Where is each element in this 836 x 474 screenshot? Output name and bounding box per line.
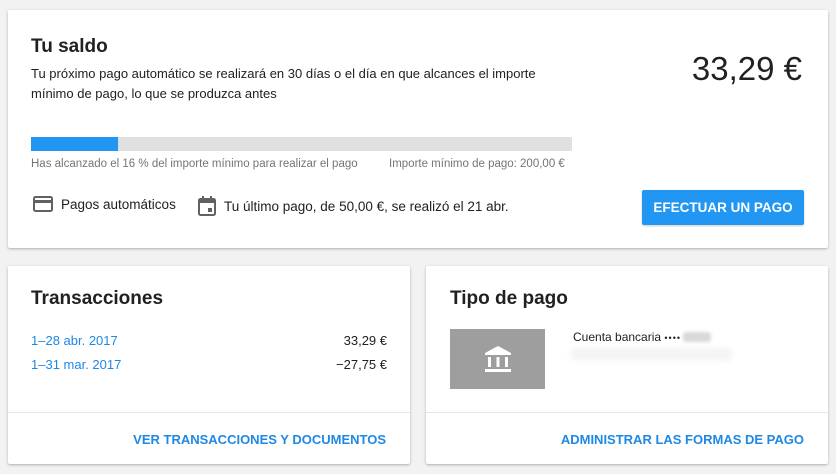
balance-amount: 33,29 € bbox=[691, 50, 802, 87]
redacted-detail bbox=[571, 348, 731, 360]
last-payment-label: Tu último pago, de 50,00 €, se realizó e… bbox=[224, 198, 509, 214]
card-divider bbox=[8, 412, 410, 413]
transaction-period-link[interactable]: 1–31 mar. 2017 bbox=[31, 357, 121, 372]
calendar-icon bbox=[198, 196, 216, 216]
autopay-info: Pagos automáticos bbox=[33, 196, 176, 212]
balance-description: Tu próximo pago automático se realizará … bbox=[31, 66, 536, 101]
view-transactions-link[interactable]: VER TRANSACCIONES Y DOCUMENTOS bbox=[133, 432, 386, 447]
card-divider bbox=[426, 412, 828, 413]
payment-type-title: Tipo de pago bbox=[450, 288, 568, 309]
transaction-amount: 33,29 € bbox=[343, 333, 387, 348]
transactions-card: Transacciones 1–28 abr. 2017 33,29 € 1–3… bbox=[8, 266, 410, 464]
credit-card-icon bbox=[33, 196, 53, 212]
balance-card: Tu saldo Tu próximo pago automático se r… bbox=[8, 10, 828, 248]
transactions-title: Transacciones bbox=[31, 288, 164, 309]
progress-bar-fill bbox=[31, 137, 118, 151]
redacted-digits bbox=[683, 332, 712, 342]
balance-title: Tu saldo bbox=[31, 36, 108, 57]
progress-caption: Has alcanzado el 16 % del importe mínimo… bbox=[31, 158, 358, 170]
minimum-payment-caption: Importe mínimo de pago: 200,00 € bbox=[389, 158, 565, 170]
bank-tile bbox=[450, 329, 545, 389]
bank-icon bbox=[484, 346, 511, 372]
bank-account-type: Cuenta bancaria bbox=[573, 330, 662, 344]
autopay-label: Pagos automáticos bbox=[61, 196, 176, 212]
transaction-amount: −27,75 € bbox=[336, 357, 387, 372]
last-payment-info: Tu último pago, de 50,00 €, se realizó e… bbox=[198, 196, 509, 216]
bank-account-mask: •••• bbox=[664, 333, 682, 343]
manage-payment-methods-link[interactable]: ADMINISTRAR LAS FORMAS DE PAGO bbox=[561, 432, 804, 447]
payment-type-card: Tipo de pago Cuenta bancaria •••• ADMINI… bbox=[426, 266, 828, 464]
bank-account-label: Cuenta bancaria •••• bbox=[573, 330, 712, 344]
make-payment-button[interactable]: EFECTUAR UN PAGO bbox=[642, 190, 804, 225]
progress-bar bbox=[31, 137, 572, 151]
transaction-period-link[interactable]: 1–28 abr. 2017 bbox=[31, 333, 118, 348]
